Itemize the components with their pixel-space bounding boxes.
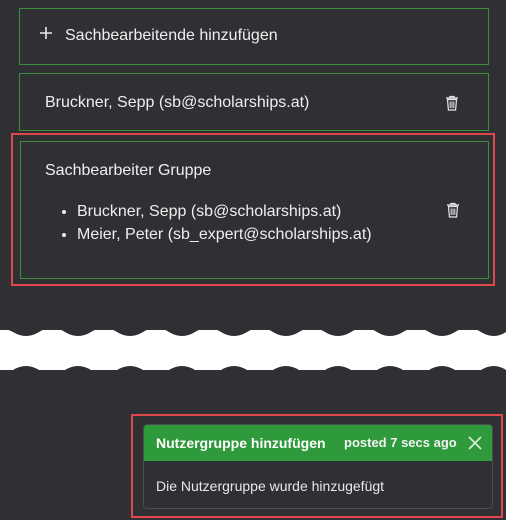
trash-icon[interactable]	[446, 202, 460, 218]
add-assignee-button[interactable]: Sachbearbeitende hinzufügen	[19, 8, 489, 65]
torn-edge-bottom	[0, 366, 506, 382]
add-assignee-label: Sachbearbeitende hinzufügen	[65, 27, 278, 44]
assignee-item: Bruckner, Sepp (sb@scholarships.at)	[19, 73, 489, 131]
group-member: Meier, Peter (sb_expert@scholarships.at)	[77, 223, 372, 246]
trash-icon[interactable]	[445, 95, 459, 111]
close-icon[interactable]	[467, 435, 483, 451]
assignee-group: Sachbearbeiter Gruppe Bruckner, Sepp (sb…	[20, 141, 489, 279]
notification-toast: Nutzergruppe hinzufügen posted 7 secs ag…	[143, 424, 493, 509]
toast-message: Die Nutzergruppe wurde hinzugefügt	[156, 478, 385, 494]
group-member: Bruckner, Sepp (sb@scholarships.at)	[77, 200, 372, 223]
group-member-list: Bruckner, Sepp (sb@scholarships.at) Meie…	[21, 200, 372, 246]
toast-title: Nutzergruppe hinzufügen	[156, 435, 326, 451]
assignee-name: Bruckner, Sepp (sb@scholarships.at)	[45, 94, 310, 111]
plus-icon	[40, 27, 52, 39]
group-title: Sachbearbeiter Gruppe	[45, 162, 212, 179]
toast-header: Nutzergruppe hinzufügen posted 7 secs ag…	[144, 425, 492, 461]
toast-timestamp: posted 7 secs ago	[344, 435, 457, 450]
torn-edge-top	[0, 318, 506, 336]
